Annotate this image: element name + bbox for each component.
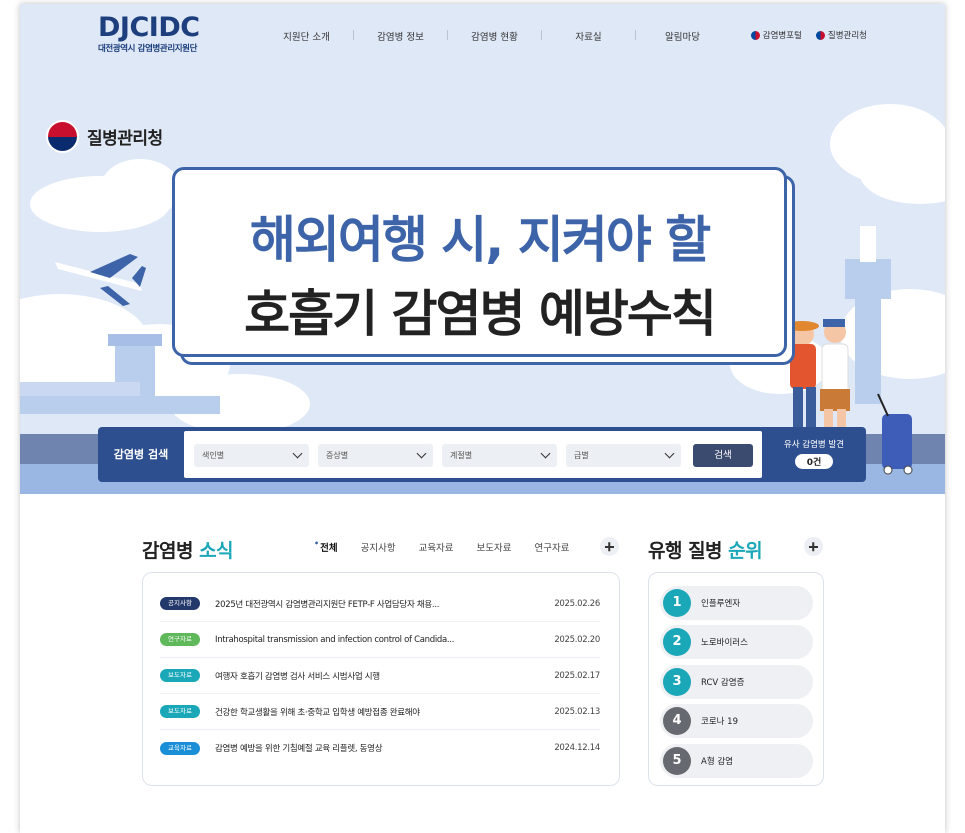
taegeuk-icon [750,30,760,40]
util-link-portal[interactable]: 감염병포털 [750,29,802,41]
logo-subtitle: 대전광역시 감염병관리지원단 [98,44,198,54]
news-tabs: 전체 공지사항 교육자료 보도자료 연구자료 [314,540,569,554]
agency-name: 질병관리청 [87,129,163,149]
banner-headline-2: 호흡기 감염병 예방수칙 [244,285,717,343]
news-list: 공지사항 2025년 대전광역시 감염병관리지원단 FETP-F 사업담당자 채… [142,572,620,786]
category-badge: 보도자료 [160,705,200,718]
ranking-item[interactable]: 2 노로바이러스 [660,625,813,659]
ranking-title-accent: 순위 [728,540,763,562]
rank-disease-name: RCV 감염증 [701,678,745,688]
page: DJCIDC 대전광역시 감염병관리지원단 지원단 소개 감염병 정보 감염병 … [20,4,945,833]
agency-logo: 질병관리청 [46,120,163,153]
category-badge: 교육자료 [160,741,200,755]
util-link-label: 감염병포털 [762,31,802,41]
similar-disease-panel: 유사 감염병 발견 0건 [762,427,866,482]
ranking-list: 1 인플루엔자 2 노로바이러스 3 RCV 감염증 4 코로나 19 5 A형… [648,572,824,786]
disease-search-bar: 감염병 검색 색인별 증상별 계절별 급별 검색 유사 감염병 발견 0건 [98,427,866,482]
category-badge: 연구자료 [160,633,200,646]
chevron-down-icon [416,448,427,459]
news-date: 2025.02.26 [554,598,600,609]
news-date: 2025.02.20 [554,634,600,645]
ranking-item[interactable]: 4 코로나 19 [660,704,813,738]
news-section-title: 감염병 소식 [142,536,234,563]
logo-text: DJCIDC [98,12,200,43]
ranking-section-title: 유행 질병 순위 [648,536,763,563]
news-more-button[interactable] [600,537,619,556]
chevron-down-icon [292,448,303,459]
news-item[interactable]: 교육자료 감염병 예방을 위한 기침예절 교육 리플렛, 동영상 2024.12… [160,730,600,766]
news-item[interactable]: 공지사항 2025년 대전광역시 감염병관리지원단 FETP-F 사업담당자 채… [160,586,600,622]
rank-number: 1 [663,589,691,617]
rank-disease-name: A형 감염 [701,757,733,767]
index-select[interactable]: 색인별 [194,444,309,467]
nav-item-library[interactable]: 자료실 [542,29,635,43]
news-title: 여행자 호흡기 감염병 검사 서비스 시범사업 시행 [215,671,380,682]
ranking-title-prefix: 유행 질병 [648,540,729,562]
symptom-select[interactable]: 증상별 [318,444,433,467]
tab-press[interactable]: 보도자료 [477,540,512,554]
chevron-down-icon [664,448,675,459]
search-button[interactable]: 검색 [693,444,753,467]
main-nav: 지원단 소개 감염병 정보 감염병 현황 자료실 알림마당 [260,29,729,43]
rank-disease-name: 코로나 19 [701,717,738,727]
ranking-item[interactable]: 1 인플루엔자 [660,586,813,620]
news-date: 2025.02.17 [554,670,600,681]
season-select[interactable]: 계절별 [442,444,557,467]
select-value: 색인별 [202,451,225,460]
news-title: 건강한 학교생활을 위해 초·중학교 입학생 예방접종 완료해야 [215,707,420,718]
similar-count-badge: 0건 [794,454,834,469]
util-links: 감염병포털 질병관리청 [750,29,867,41]
util-link-label: 질병관리청 [827,31,867,41]
nav-item-disease-status[interactable]: 감염병 현황 [448,29,541,43]
util-link-kdca[interactable]: 질병관리청 [815,29,867,41]
rank-number: 2 [663,628,691,656]
ranking-item[interactable]: 5 A형 감염 [660,744,813,778]
tab-all[interactable]: 전체 [314,540,337,554]
select-value: 증상별 [326,451,349,460]
tab-research[interactable]: 연구자료 [535,540,570,554]
news-title-prefix: 감염병 [142,540,200,562]
nav-item-disease-info[interactable]: 감염병 정보 [354,29,447,43]
rank-number: 3 [663,668,691,696]
banner-headline-1: 해외여행 시, 지켜야 할 [249,211,711,269]
news-title: 2025년 대전광역시 감염병관리지원단 FETP-F 사업담당자 채용... [215,599,440,610]
news-title: Intrahospital transmission and infection… [215,634,455,645]
ranking-more-button[interactable] [804,537,823,556]
chevron-down-icon [540,448,551,459]
rank-number: 5 [663,747,691,775]
select-value: 계절별 [450,451,473,460]
hero-banner[interactable]: DJCIDC 대전광역시 감염병관리지원단 지원단 소개 감염병 정보 감염병 … [20,4,945,494]
news-date: 2025.02.13 [554,706,600,717]
tab-notice[interactable]: 공지사항 [361,540,396,554]
news-item[interactable]: 연구자료 Intrahospital transmission and infe… [160,622,600,658]
news-date: 2024.12.14 [554,743,600,753]
taegeuk-emblem-icon [46,120,79,153]
rank-disease-name: 노로바이러스 [701,638,748,648]
ranking-item[interactable]: 3 RCV 감염증 [660,665,813,699]
taegeuk-icon [815,30,825,40]
grade-select[interactable]: 급별 [566,444,681,467]
site-logo[interactable]: DJCIDC 대전광역시 감염병관리지원단 [98,12,200,54]
news-item[interactable]: 보도자료 여행자 호흡기 감염병 검사 서비스 시범사업 시행 2025.02.… [160,658,600,694]
nav-item-notice[interactable]: 알림마당 [636,29,729,43]
news-title-accent: 소식 [199,540,234,562]
rank-number: 4 [663,707,691,735]
search-fields: 색인별 증상별 계절별 급별 검색 [184,431,762,478]
search-label: 감염병 검색 [113,448,169,461]
tab-education[interactable]: 교육자료 [419,540,454,554]
select-value: 급별 [574,451,589,460]
news-item[interactable]: 보도자료 건강한 학교생활을 위해 초·중학교 입학생 예방접종 완료해야 20… [160,694,600,730]
category-badge: 보도자료 [160,669,200,682]
nav-item-about[interactable]: 지원단 소개 [260,29,353,43]
news-title: 감염병 예방을 위한 기침예절 교육 리플렛, 동영상 [215,744,383,754]
banner-card[interactable]: 해외여행 시, 지켜야 할 호흡기 감염병 예방수칙 [172,167,787,357]
rank-disease-name: 인플루엔자 [701,599,741,609]
category-badge: 공지사항 [160,597,200,610]
similar-label: 유사 감염병 발견 [783,440,845,450]
